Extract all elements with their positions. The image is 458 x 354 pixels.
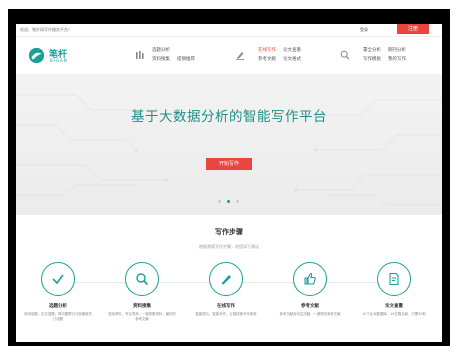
step-label: 资料搜集 bbox=[133, 304, 151, 309]
steps-title: 写作步骤 bbox=[215, 228, 243, 236]
pen-icon bbox=[221, 275, 231, 285]
step-circle bbox=[125, 262, 159, 296]
step-plagiarism-check[interactable]: 论文查重 10个比对数据库，15亿篇文献，只需30秒 bbox=[354, 262, 434, 317]
step-label: 在线写作 bbox=[217, 304, 235, 309]
nav-paper-format[interactable]: 论文格式 bbox=[283, 57, 301, 62]
checkmark-icon bbox=[52, 274, 64, 285]
steps-subtitle: 根据常规写作步骤，给您如下建议 bbox=[199, 244, 259, 249]
step-material-search[interactable]: 资料搜集 查阅资料，专业导师，一键收集资料，最好的参考文献 bbox=[102, 262, 182, 322]
browser-viewport: 欢迎，笔杆网写作服务平台！ 登录 注册 笔杆 BIGAN 选题分析 资料搜集 提纲… bbox=[16, 24, 442, 342]
books-icon bbox=[136, 51, 144, 59]
circuit-pattern-decoration bbox=[16, 94, 442, 206]
step-circle bbox=[377, 262, 411, 296]
logo-mark-icon bbox=[28, 47, 45, 64]
nav-my-writing[interactable]: 我的写作 bbox=[388, 57, 406, 62]
document-edit-icon bbox=[389, 272, 399, 286]
step-online-writing[interactable]: 在线写作 智能提示，智能写作，云端快速写作体验 bbox=[186, 262, 266, 317]
step-description: 10个比对数据库，15亿篇文献，只需30秒 bbox=[362, 312, 426, 316]
carousel-dot-2[interactable] bbox=[227, 200, 230, 203]
register-button[interactable]: 注册 bbox=[397, 24, 429, 34]
nav-group-writing: 在线写作 论文查重 参考文献 论文格式 bbox=[258, 46, 308, 64]
nav-topic-analysis[interactable]: 选题分析 bbox=[152, 48, 170, 53]
top-bar: 欢迎，笔杆网写作服务平台！ 登录 注册 bbox=[16, 24, 442, 37]
step-description: 智能提示，智能写作，云端快速写作体验 bbox=[195, 312, 257, 316]
welcome-text: 欢迎，笔杆网写作服务平台！ bbox=[20, 27, 72, 32]
nav-group-research: 选题分析 资料搜集 提纲推荐 bbox=[152, 46, 202, 64]
search-icon bbox=[340, 50, 350, 60]
step-label: 参考文献 bbox=[301, 304, 319, 309]
step-circle bbox=[293, 262, 327, 296]
hero-headline: 基于大数据分析的智能写作平台 bbox=[131, 109, 327, 125]
nav-writing-template[interactable]: 写作模板 bbox=[363, 57, 381, 62]
step-description: 参考文献自动生成器，一键规范参考文献 bbox=[279, 312, 341, 316]
nav-material-search[interactable]: 资料搜集 bbox=[152, 57, 170, 62]
step-label: 选题分析 bbox=[49, 304, 67, 309]
main-nav: 笔杆 BIGAN 选题分析 资料搜集 提纲推荐 在线写作 论文查重 参考文献 论文格式… bbox=[16, 37, 442, 75]
carousel-dot-1[interactable] bbox=[218, 200, 221, 203]
nav-online-writing[interactable]: 在线写作 bbox=[258, 48, 276, 53]
nav-outline-recommend[interactable]: 提纲推荐 bbox=[177, 57, 195, 62]
hero-banner: 基于大数据分析的智能写作平台 开始写作 bbox=[16, 75, 442, 215]
start-writing-button[interactable]: 开始写作 bbox=[206, 158, 252, 170]
step-description: 查阅资料，专业导师，一键收集资料，最好的参考文献 bbox=[108, 312, 176, 321]
step-circle bbox=[209, 262, 243, 296]
step-label: 论文查重 bbox=[385, 304, 403, 309]
nav-full-analysis[interactable]: 署全分析 bbox=[363, 48, 381, 53]
nav-group-tools: 署全分析 期刊分析 写作模板 我的写作 bbox=[363, 46, 413, 64]
step-topic-analysis[interactable]: 选题分析 科研话题，论文选题，简可图帮引分析最新热门话题 bbox=[18, 262, 98, 322]
carousel-dot-3[interactable] bbox=[236, 200, 239, 203]
login-link[interactable]: 登录 bbox=[360, 27, 368, 33]
step-references[interactable]: 参考文献 参考文献自动生成器，一键规范参考文献 bbox=[270, 262, 350, 317]
nav-journal-analysis[interactable]: 期刊分析 bbox=[388, 48, 406, 53]
step-description: 科研话题，论文选题，简可图帮引分析最新热门话题 bbox=[24, 312, 92, 321]
pen-icon bbox=[236, 52, 244, 60]
search-icon bbox=[136, 273, 149, 286]
thumbs-up-icon bbox=[304, 272, 316, 285]
logo-subtitle: BIGAN bbox=[50, 58, 68, 63]
nav-plagiarism-check[interactable]: 论文查重 bbox=[283, 48, 301, 53]
nav-references[interactable]: 参考文献 bbox=[258, 57, 276, 62]
carousel-dots bbox=[215, 188, 242, 203]
step-circle bbox=[41, 262, 75, 296]
